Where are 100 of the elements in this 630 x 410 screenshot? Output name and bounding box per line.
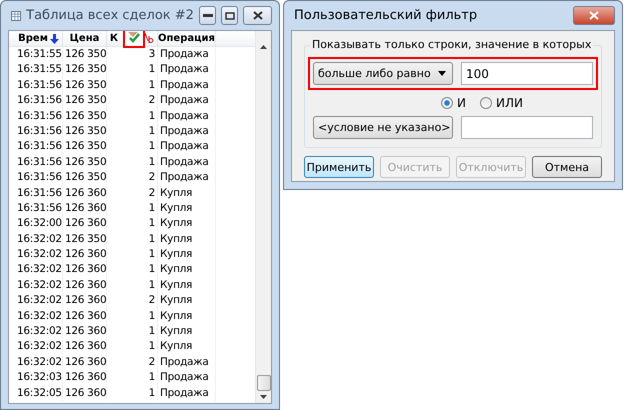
table-cell: 126 360 [63,186,107,201]
scroll-thumb[interactable] [256,375,270,391]
dialog-button[interactable]: Отмена [532,156,602,178]
table-cell: 126 350 [63,62,107,78]
table-cell: Продажа [158,170,216,186]
table-cell: 16:31:56 [15,170,63,186]
logic-radio[interactable]: ИЛИ [480,96,523,110]
table-cell: 1 [107,308,158,324]
table-cell: Купля [158,293,216,309]
table-cell: 1 [107,262,158,278]
column-header[interactable]: Врем [18,33,48,44]
table-cell: 16:32:05 [15,386,63,401]
table-cell: 16:32:02 [15,354,63,370]
table-cell: 126 350 [63,124,107,140]
value-field[interactable] [461,116,593,139]
condition-dropdown[interactable]: больше либо равно [313,62,453,85]
table-cell: 16:31:56 [15,200,63,216]
table-cell: 126 350 [63,93,107,109]
table-cell: 1 [107,108,158,124]
table-cell: 1 [107,124,158,140]
table-cell: Купля [158,200,216,216]
table-cell: 126 350 [63,108,107,124]
table-cell: 1 [107,232,158,248]
maximize-button[interactable] [221,6,238,25]
table-cell: 16:32:02 [15,308,63,324]
table-cell: 126 360 [63,339,107,355]
table-cell: 1 [107,339,158,355]
group-label: Показывать только строки, значение в которых [310,38,594,51]
column-header[interactable]: К [110,33,118,44]
column-header[interactable]: Цена [70,33,100,44]
table-cell: Продажа [158,139,216,155]
table-cell: 126 350 [63,232,107,248]
table-cell: Купля [158,339,216,355]
table-cell: Купля [158,308,216,324]
dialog-button[interactable]: Применить [304,156,374,178]
table-cell: Продажа [158,108,216,124]
table-cell: Купля [158,324,216,340]
table-cell: 126 360 [63,308,107,324]
sort-down-arrow-icon [50,34,59,44]
table-cell: 2 [107,354,158,370]
table-cell: 1 [107,324,158,340]
minimize-icon [202,14,213,18]
table-cell: 126 360 [63,354,107,370]
table-cell: Продажа [158,370,216,386]
table-cell: 16:31:56 [15,93,63,109]
logic-radio[interactable]: И [441,96,466,110]
table-cell: 2 [107,293,158,309]
table-cell: Продажа [158,78,216,94]
table-cell: 126 360 [63,370,107,386]
table-cell: 16:32:02 [15,339,63,355]
table-cell: Купля [158,232,216,248]
table-cell: Продажа [158,124,216,140]
table-cell: 16:32:00 [15,216,63,232]
table-cell: 1 [107,78,158,94]
table-cell: 1 [107,154,158,170]
table-cell: Купля [158,262,216,278]
table-cell: 126 350 [63,154,107,170]
table-cell: 3 [107,47,158,62]
table-cell: 126 350 [63,78,107,94]
column-header[interactable]: Операция [158,33,215,44]
table-cell: 126 360 [63,386,107,401]
table-cell: 16:32:03 [15,370,63,386]
window-title: Таблица всех сделок #2 [26,8,194,23]
table-cell: 16:32:02 [15,278,63,294]
table-cell: 126 360 [63,262,107,278]
table-cell: 2 [107,186,158,201]
table-cell: Купля [158,186,216,201]
table-cell: Продажа [158,47,216,62]
table-cell: 126 350 [63,170,107,186]
table-cell: 16:32:02 [15,262,63,278]
table-cell: 1 [107,62,158,78]
table-cell: 16:32:02 [15,232,63,248]
table-cell: 1 [107,216,158,232]
scroll-down-arrow-icon[interactable] [260,395,267,399]
table-cell: 2 [107,170,158,186]
close-icon [252,11,263,20]
close-button[interactable] [243,6,272,25]
minimize-button[interactable] [198,6,216,25]
table-cell: 1 [107,386,158,401]
table-cell: 16:31:55 [15,62,63,78]
text-format-icon [142,33,154,44]
table-cell: 126 360 [63,324,107,340]
table-cell: 16:32:02 [15,324,63,340]
table-cell: 16:32:02 [15,247,63,262]
table-cell: 16:32:02 [15,293,63,309]
scroll-up-arrow-icon[interactable] [260,45,267,49]
table-cell: 1 [107,139,158,155]
close-icon [589,11,599,20]
table-cell: 1 [107,247,158,262]
table-cell: Купля [158,278,216,294]
table-cell: Купля [158,216,216,232]
table-cell: 126 350 [63,47,107,62]
table-cell: Продажа [158,62,216,78]
value-field[interactable]: 100 [461,62,593,85]
table-cell: 126 360 [63,200,107,216]
filter-check-icon[interactable] [123,31,145,48]
condition-dropdown[interactable]: <условие не указано> [313,116,453,139]
table-cell: Продажа [158,354,216,370]
table-cell: 1 [107,200,158,216]
scrollbar[interactable] [255,31,271,403]
